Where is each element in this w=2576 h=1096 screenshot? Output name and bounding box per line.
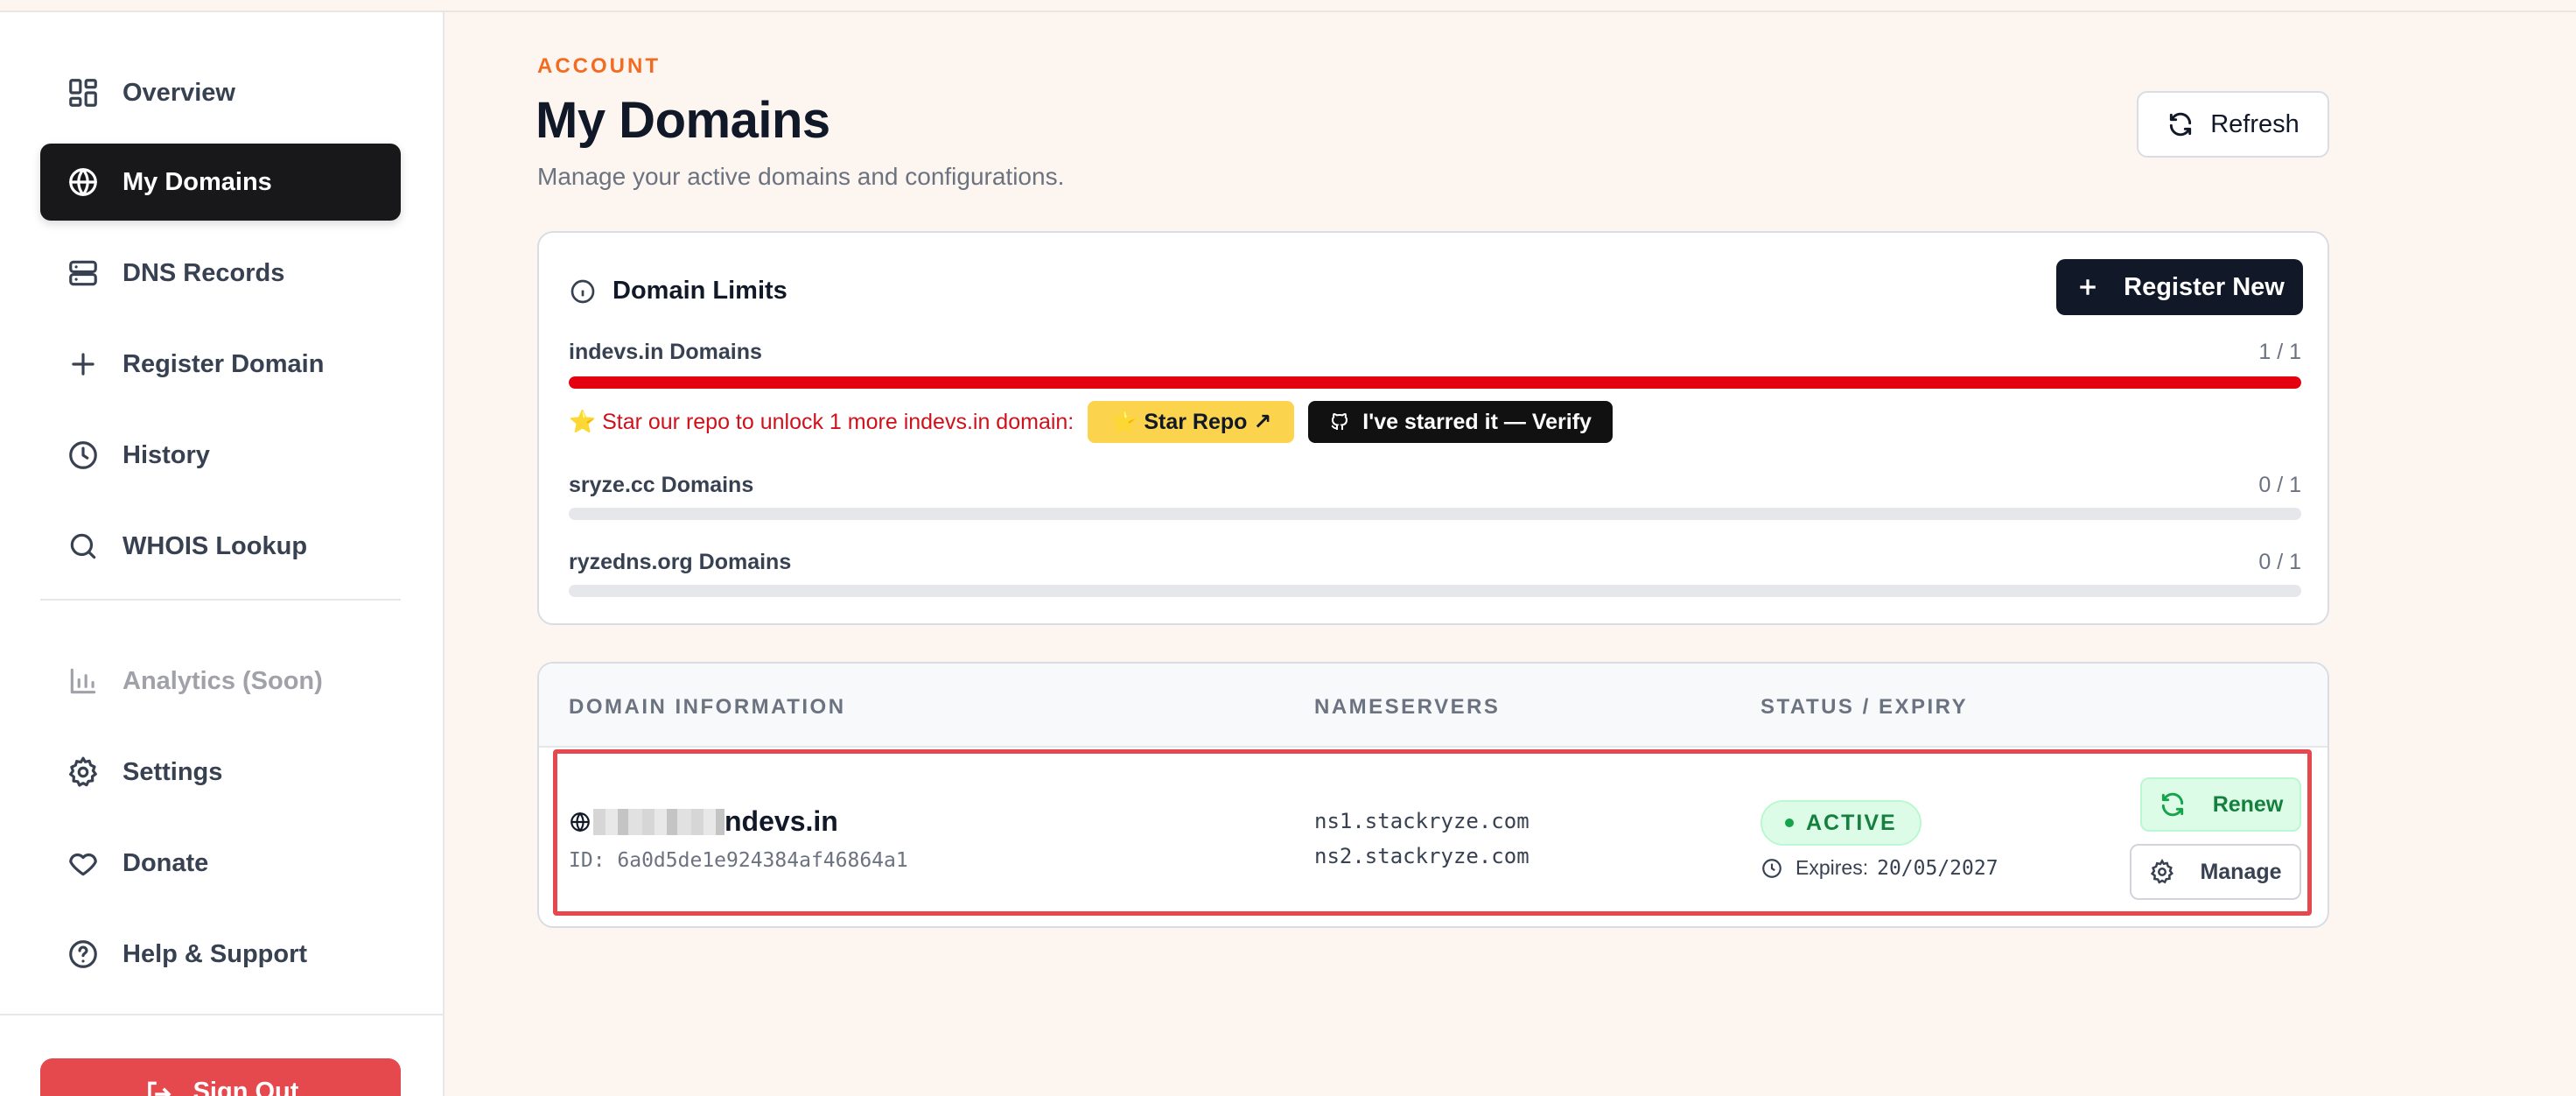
sidebar-item-label: Analytics (Soon) (122, 666, 323, 695)
domain-id: ID: 6a0d5de1e924384af46864a1 (569, 849, 908, 872)
sidebar-item-label: My Domains (122, 167, 272, 196)
nameserver-1: ns1.stackryze.com (1314, 809, 1530, 833)
sidebar-item-dns-records[interactable]: DNS Records (40, 235, 401, 312)
limit-count: 0 / 1 (2258, 473, 2301, 497)
sign-out-button[interactable]: Sign Out (40, 1058, 401, 1096)
sidebar-item-donate[interactable]: Donate (40, 825, 401, 902)
globe-icon (66, 165, 100, 199)
plus-icon (2080, 279, 2096, 295)
sidebar-item-history[interactable]: History (40, 417, 401, 494)
bar-chart-icon (66, 664, 100, 698)
limit-row-ryzedns: ryzedns.org Domains 0 / 1 (569, 550, 2301, 597)
sign-out-icon (147, 1081, 172, 1096)
column-header-status-expiry: STATUS / EXPIRY (1760, 695, 1969, 719)
status-label: ACTIVE (1806, 810, 1897, 835)
sidebar: Overview My Domains DNS Records Register… (0, 12, 444, 1096)
refresh-icon (2170, 112, 2192, 137)
expiry-info: Expires: 20/05/2027 (1760, 856, 1998, 880)
sidebar-item-settings[interactable]: Settings (40, 734, 401, 811)
gear-icon (2151, 859, 2174, 884)
top-edge (0, 0, 2576, 12)
limit-label: indevs.in Domains (569, 340, 762, 364)
sidebar-item-label: DNS Records (122, 258, 285, 287)
help-circle-icon (66, 938, 100, 971)
domain-limits-heading: Domain Limits (569, 277, 788, 306)
domain-limits-card: Domain Limits Register New indevs.in Dom… (537, 231, 2329, 625)
search-icon (66, 530, 100, 563)
sidebar-item-overview[interactable]: Overview (40, 54, 401, 131)
verify-label: I've starred it — Verify (1362, 409, 1592, 434)
clock-icon (1762, 858, 1782, 878)
limit-row-indevs: indevs.in Domains 1 / 1 (569, 340, 2301, 389)
status-badge: ACTIVE (1760, 800, 1922, 846)
clock-icon (66, 439, 100, 472)
register-new-button[interactable]: Register New (2056, 259, 2303, 315)
expires-label: Expires: (1796, 856, 1869, 879)
sidebar-item-my-domains[interactable]: My Domains (40, 144, 401, 221)
limit-row-sryze: sryze.cc Domains 0 / 1 (569, 473, 2301, 520)
renew-label: Renew (2212, 791, 2284, 817)
sidebar-footer-divider (0, 1014, 444, 1015)
sidebar-item-label: Register Domain (122, 349, 325, 378)
sidebar-item-label: Help & Support (122, 939, 308, 968)
refresh-label: Refresh (2210, 109, 2300, 138)
star-repo-button[interactable]: ⭐ Star Repo ↗ (1088, 401, 1295, 443)
limit-progress-bar (569, 508, 2301, 520)
manage-label: Manage (2200, 859, 2282, 884)
plus-icon (66, 348, 100, 381)
sidebar-item-whois-lookup[interactable]: WHOIS Lookup (40, 508, 401, 585)
status-dot-icon (1785, 818, 1794, 827)
promo-text: ⭐ Star our repo to unlock 1 more indevs.… (569, 409, 1074, 434)
domains-table: DOMAIN INFORMATION NAMESERVERS STATUS / … (537, 662, 2329, 928)
grid-icon (66, 76, 100, 109)
limit-label: sryze.cc Domains (569, 473, 754, 497)
gear-icon (66, 755, 100, 789)
refresh-button[interactable]: Refresh (2137, 91, 2329, 158)
sidebar-item-help-support[interactable]: Help & Support (40, 916, 401, 993)
sidebar-item-label: Overview (122, 78, 235, 107)
limit-progress-bar (569, 376, 2301, 389)
page-subtitle: Manage your active domains and configura… (537, 163, 1065, 190)
info-icon (570, 279, 595, 303)
verify-star-button[interactable]: I've starred it — Verify (1308, 401, 1613, 443)
sign-out-label: Sign Out (192, 1078, 299, 1096)
sidebar-item-label: Donate (122, 848, 209, 877)
refresh-icon (2161, 792, 2183, 817)
star-promo: ⭐ Star our repo to unlock 1 more indevs.… (569, 401, 1613, 443)
register-new-label: Register New (2124, 272, 2285, 301)
sidebar-item-label: History (122, 440, 210, 469)
sidebar-item-analytics: Analytics (Soon) (40, 643, 401, 720)
expires-date: 20/05/2027 (1877, 856, 1998, 880)
domain-name-text: ndevs.in (724, 805, 838, 837)
limit-progress-fill (569, 376, 2301, 389)
nameserver-2: ns2.stackryze.com (1314, 844, 1530, 868)
limit-count: 0 / 1 (2258, 550, 2301, 574)
column-header-domain-information: DOMAIN INFORMATION (569, 695, 846, 719)
limit-label: ryzedns.org Domains (569, 550, 792, 574)
sidebar-item-register-domain[interactable]: Register Domain (40, 326, 401, 403)
page-title: My Domains (536, 92, 830, 149)
sidebar-item-label: Settings (122, 757, 223, 786)
renew-button[interactable]: Renew (2140, 777, 2301, 832)
redacted-text (593, 808, 724, 835)
sidebar-divider (40, 599, 401, 601)
column-header-nameservers: NAMESERVERS (1314, 695, 1501, 719)
limit-count: 1 / 1 (2258, 340, 2301, 364)
heart-icon (66, 847, 100, 880)
table-header: DOMAIN INFORMATION NAMESERVERS STATUS / … (539, 664, 2328, 748)
limit-progress-bar (569, 585, 2301, 597)
github-icon (1331, 413, 1348, 430)
manage-button[interactable]: Manage (2130, 844, 2301, 900)
sidebar-item-label: WHOIS Lookup (122, 531, 308, 560)
domain-name[interactable]: ndevs.in (569, 805, 838, 838)
server-icon (66, 256, 100, 290)
globe-icon (570, 811, 590, 832)
section-eyebrow: ACCOUNT (537, 54, 661, 78)
domain-limits-title: Domain Limits (612, 277, 788, 305)
